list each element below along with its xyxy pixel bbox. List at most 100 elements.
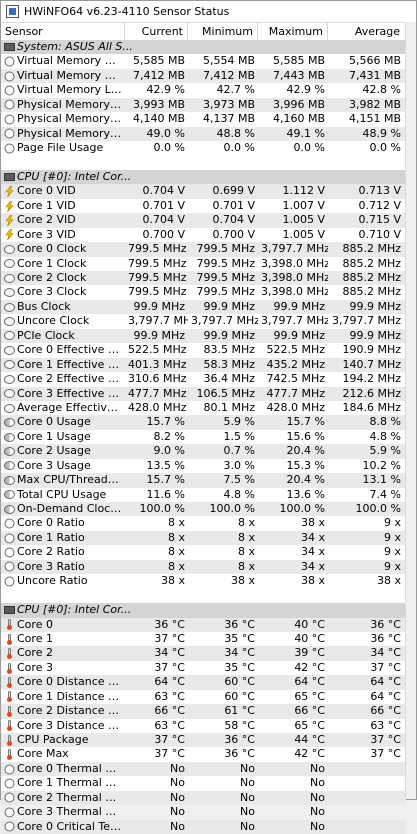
sensor-row[interactable]: Core 1 Thermal Thr... No No No [1, 776, 406, 790]
bolt-icon [4, 200, 15, 212]
sensor-label: Core 3 Effective Clock [17, 386, 122, 400]
sensor-row[interactable]: Virtual Memory Avai... 7,412 MB 7,412 MB 7,… [1, 68, 406, 84]
maximum-value: 42 °C [294, 660, 325, 674]
sensor-row[interactable]: Physical Memory Used 3,993 MB 3,973 MB 3,99… [1, 97, 406, 113]
sensor-row[interactable]: Page File Usage 0.0 % 0.0 % 0.0 % 0.0 % [1, 141, 406, 155]
maximum-value: 5,585 MB [272, 54, 325, 68]
sensor-row[interactable]: Average Effective ... 428.0 MHz 80.1 MHz 42… [1, 401, 406, 415]
sensor-row[interactable]: Core 1 Ratio 8 x 8 x 34 x 9 x [1, 530, 406, 546]
sensor-row[interactable]: Core 0 Clock 799.5 MHz 799.5 MHz 3,797.7 MH… [1, 242, 406, 257]
chip-icon [4, 606, 15, 615]
maximum-value: 742.5 MHz [266, 372, 325, 386]
col-current[interactable]: Current [125, 23, 188, 40]
minimum-value: 36 °C [224, 617, 255, 631]
sensor-row[interactable]: Core 3 Usage 13.5 % 3.0 % 15.3 % 10.2 % [1, 459, 406, 473]
average-value: 42.8 % [362, 83, 401, 97]
minimum-value: 5,554 MB [202, 54, 255, 68]
sensor-row[interactable]: Core 0 Critical Tem... No No No [1, 819, 406, 834]
circle-icon [4, 71, 15, 82]
sensor-group-header[interactable]: CPU [#0]: Intel Cor... [1, 603, 406, 618]
current-value: 7,412 MB [132, 68, 185, 82]
average-value: 140.7 MHz [342, 357, 401, 371]
minimum-value: No [240, 805, 255, 819]
sensor-row[interactable]: PCIe Clock 99.9 MHz 99.9 MHz 99.9 MHz 99.9 M… [1, 328, 406, 344]
sensor-row[interactable]: Core 3 Ratio 8 x 8 x 34 x 9 x [1, 559, 406, 575]
sensor-row[interactable]: Core 3 Thermal Thr... No No No [1, 805, 406, 819]
sensor-row[interactable]: Core 0 Usage 15.7 % 5.9 % 15.7 % 8.8 % [1, 415, 406, 430]
sensor-row[interactable]: On-Demand Clock ... 100.0 % 100.0 % 100.0 %… [1, 502, 406, 517]
sensor-group-header[interactable]: System: ASUS All S... [1, 40, 406, 55]
sensor-row[interactable]: Core 2 Clock 799.5 MHz 799.5 MHz 3,398.0 MH… [1, 271, 406, 286]
sensor-row[interactable]: Virtual Memory Com... 5,585 MB 5,554 MB 5,5… [1, 54, 406, 68]
minimum-value: 8 x [237, 559, 255, 573]
sensor-row[interactable]: Core 0 36 °C 36 °C 40 °C 36 °C [1, 617, 406, 632]
maximum-value: 99.9 MHz [273, 299, 325, 313]
current-value: 34 °C [154, 646, 185, 660]
sensor-row[interactable]: CPU Package 37 °C 36 °C 44 °C 37 °C [1, 733, 406, 748]
sensor-row[interactable]: Uncore Ratio 38 x 38 x 38 x 38 x [1, 574, 406, 588]
minimum-value: 0.0 % [223, 141, 255, 155]
clock-icon [4, 403, 15, 413]
average-value [328, 762, 404, 776]
sensor-row[interactable]: Core 2 Thermal Thr... No No No [1, 790, 406, 806]
maximum-value: 64 °C [294, 675, 325, 689]
average-value: 8.8 % [369, 415, 401, 429]
sensor-row[interactable]: Core 1 Usage 8.2 % 1.5 % 15.6 % 4.8 % [1, 430, 406, 444]
sensor-row[interactable]: Core 1 VID 0.701 V 0.701 V 1.007 V 0.712 V [1, 199, 406, 213]
sensor-row[interactable]: Core 0 Distance to ... 64 °C 60 °C 64 °C 64 … [1, 675, 406, 690]
sensor-row[interactable]: Core 1 Clock 799.5 MHz 799.5 MHz 3,398.0 MH… [1, 257, 406, 271]
sensor-row[interactable]: Core 2 Distance to ... 66 °C 61 °C 66 °C 66 … [1, 704, 406, 719]
sensor-label: Core 1 Thermal Thr... [17, 776, 122, 790]
sensor-row[interactable]: Core 3 Clock 799.5 MHz 799.5 MHz 3,398.0 MH… [1, 285, 406, 299]
col-average[interactable]: Average [328, 23, 404, 40]
sensor-row[interactable]: Core 2 Ratio 8 x 8 x 34 x 9 x [1, 545, 406, 559]
col-sensor[interactable]: Sensor [1, 23, 125, 40]
sensor-row[interactable]: Bus Clock 99.9 MHz 99.9 MHz 99.9 MHz 99.9 MH… [1, 299, 406, 315]
bolt-icon [4, 185, 15, 198]
sensor-row[interactable]: Core 3 37 °C 35 °C 42 °C 37 °C [1, 661, 406, 675]
sensor-row[interactable]: Core 0 VID 0.704 V 0.699 V 1.112 V 0.713 V [1, 184, 406, 199]
sensor-row[interactable]: Core 3 Distance to ... 63 °C 58 °C 65 °C 63 … [1, 719, 406, 733]
maximum-value: 40 °C [294, 631, 325, 645]
usage-gauge-icon [4, 504, 15, 514]
sensor-row[interactable]: Physical Memory Av... 4,140 MB 4,137 MB 4,1… [1, 112, 406, 126]
minimum-value: 60 °C [224, 689, 255, 703]
sensor-row[interactable]: Total CPU Usage 11.6 % 4.8 % 13.6 % 7.4 % [1, 488, 406, 502]
sensor-label: Core 3 VID [17, 227, 76, 241]
average-value: 10.2 % [362, 458, 401, 472]
current-value: 99.9 MHz [133, 328, 185, 342]
sensor-row[interactable]: Core 0 Thermal Thr... No No No [1, 761, 406, 777]
usage-gauge-icon [4, 418, 15, 428]
thermometer-icon [7, 749, 12, 761]
sensor-row[interactable]: Core 2 Usage 9.0 % 0.7 % 20.4 % 5.9 % [1, 444, 406, 459]
sensor-label: Virtual Memory Load [17, 83, 122, 97]
sensor-row[interactable]: Core 1 37 °C 35 °C 40 °C 36 °C [1, 632, 406, 646]
sensor-row[interactable]: Core 0 Effective Clock 522.5 MHz 83.5 MHz 5… [1, 343, 406, 357]
sensor-row[interactable]: Core 0 Ratio 8 x 8 x 38 x 9 x [1, 516, 406, 530]
sensor-group-header[interactable]: CPU [#0]: Intel Cor... [1, 169, 406, 185]
sensor-row[interactable]: Uncore Clock3,797.7 MHz3,797.7 MHz3,797.… [1, 314, 406, 328]
minimum-value: 3,973 MB [202, 97, 255, 111]
group-title: System: ASUS All S... [17, 40, 133, 53]
sensor-label: Core 2 Distance to ... [17, 704, 122, 718]
sensor-row[interactable]: Core 3 VID 0.700 V 0.700 V 1.005 V 0.710 V [1, 228, 406, 242]
sensor-row[interactable]: Core 2 VID 0.704 V 0.704 V 1.005 V 0.715 V [1, 213, 406, 228]
maximum-value: No [310, 805, 325, 819]
current-value: 100.0 % [139, 502, 185, 515]
col-maximum[interactable]: Maximum [258, 23, 328, 40]
sensor-row[interactable]: Virtual Memory Load 42.9 % 42.7 % 42.9 % 42.… [1, 83, 406, 97]
vertical-scrollbar[interactable] [405, 22, 416, 799]
sensor-row[interactable]: Core Max 37 °C 36 °C 42 °C 37 °C [1, 747, 406, 761]
average-value: 9 x [383, 545, 401, 559]
current-value: 799.5 MHz [128, 242, 187, 256]
sensor-label: Core 1 VID [17, 198, 76, 212]
sensor-row[interactable]: Core 2 Effective Clock 310.6 MHz 36.4 MHz 7… [1, 372, 406, 386]
sensor-row[interactable]: Max CPU/Thread U... 15.7 % 7.5 % 20.4 % 13.1… [1, 473, 406, 488]
sensor-row[interactable]: Core 1 Effective Clock 401.3 MHz 58.3 MHz 4… [1, 357, 406, 373]
usage-gauge-icon [4, 490, 15, 500]
sensor-row[interactable]: Core 2 34 °C 34 °C 39 °C 34 °C [1, 646, 406, 661]
sensor-row[interactable]: Core 3 Effective Clock 477.7 MHz 106.5 MHz… [1, 386, 406, 401]
sensor-row[interactable]: Core 1 Distance to ... 63 °C 60 °C 65 °C 64 … [1, 690, 406, 704]
col-minimum[interactable]: Minimum [188, 23, 258, 40]
sensor-row[interactable]: Physical Memory Load 49.0 % 48.8 % 49.1 % 48… [1, 126, 406, 142]
